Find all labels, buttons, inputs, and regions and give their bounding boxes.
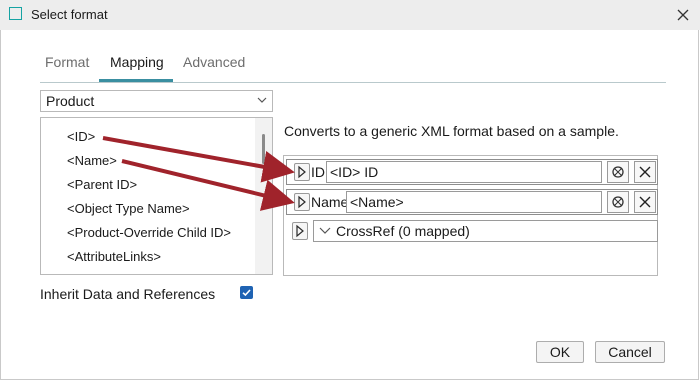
edit-mapping-icon[interactable] [607, 161, 629, 183]
crossref-group[interactable]: CrossRef (0 mapped) [313, 220, 658, 242]
chevron-down-icon [319, 227, 331, 234]
tab-mapping[interactable]: Mapping [110, 54, 164, 70]
list-item[interactable]: <Object Type Name> [67, 201, 190, 216]
title-bar: Select format [0, 0, 700, 30]
expand-play-icon[interactable] [294, 193, 310, 211]
edit-mapping-icon[interactable] [607, 191, 629, 213]
expand-play-icon[interactable] [292, 222, 308, 240]
remove-mapping-icon[interactable] [634, 191, 656, 213]
mapping-value-id[interactable]: <ID> ID [326, 161, 602, 183]
checkmark-icon [242, 289, 251, 297]
format-description: Converts to a generic XML format based o… [284, 123, 619, 139]
list-scrollbar[interactable] [255, 118, 272, 274]
list-item[interactable]: <Parent ID> [67, 177, 137, 192]
ok-button[interactable]: OK [536, 341, 584, 363]
cancel-button[interactable]: Cancel [595, 341, 665, 363]
inherit-checkbox[interactable] [240, 286, 253, 299]
remove-mapping-icon[interactable] [634, 161, 656, 183]
mapping-value-name[interactable]: <Name> [346, 191, 602, 213]
object-type-value: Product [46, 93, 95, 109]
chevron-down-icon [257, 97, 267, 103]
close-icon[interactable] [674, 6, 692, 24]
list-item[interactable]: <ID> [67, 129, 95, 144]
list-item[interactable]: <AttributeLinks> [67, 249, 161, 264]
crossref-label: CrossRef (0 mapped) [336, 223, 470, 239]
expand-play-icon[interactable] [294, 163, 310, 181]
mapping-label-id: ID [311, 164, 325, 180]
scrollbar-thumb[interactable] [262, 134, 265, 164]
tabs-divider [40, 82, 666, 83]
window-title: Select format [31, 7, 108, 22]
app-icon [9, 7, 22, 20]
mapping-label-name: Name [311, 194, 349, 210]
inherit-label: Inherit Data and References [40, 286, 216, 302]
tab-advanced[interactable]: Advanced [183, 54, 245, 70]
list-item[interactable]: <Name> [67, 153, 117, 168]
tab-format[interactable]: Format [45, 54, 89, 70]
source-element-list[interactable]: <ID> <Name> <Parent ID> <Object Type Nam… [40, 117, 273, 275]
object-type-dropdown[interactable]: Product [40, 90, 273, 112]
list-item[interactable]: <Product-Override Child ID> [67, 225, 231, 240]
